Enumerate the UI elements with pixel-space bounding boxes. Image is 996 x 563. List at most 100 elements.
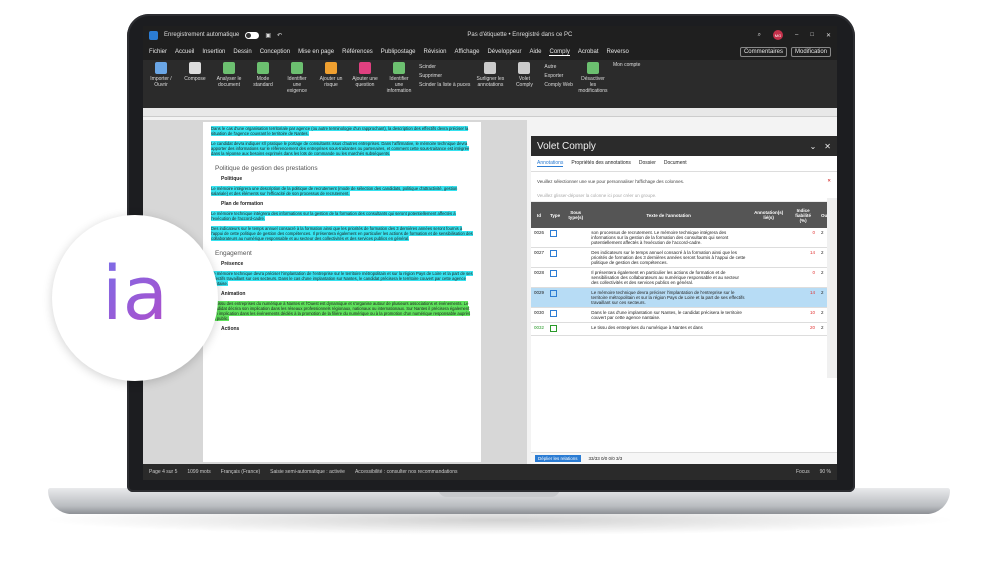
table-row[interactable]: 0026 son processus de recrutement. Le mém… xyxy=(531,228,837,248)
side-tabs[interactable] xyxy=(827,198,837,378)
word-logo-icon xyxy=(149,30,158,40)
comply-pane-button[interactable]: Volet Comply xyxy=(510,62,538,88)
menu-bar: Fichier Accueil Insertion Dessin Concept… xyxy=(143,44,837,60)
type-icon xyxy=(550,325,558,332)
requirement-button[interactable]: Identifier une exigence xyxy=(283,62,311,94)
autosave-toggle[interactable] xyxy=(245,31,260,39)
delete-button[interactable]: Supprimer xyxy=(419,73,470,79)
avatar[interactable]: MG xyxy=(773,30,783,40)
type-icon xyxy=(550,230,558,237)
tab-properties[interactable]: Propriétés des annotations xyxy=(571,160,630,167)
maximize-icon[interactable]: □ xyxy=(810,32,814,38)
comply-pane: Volet Comply ⌄ ✕ Annotations Propriétés d… xyxy=(531,136,837,464)
modification-button[interactable]: Modification xyxy=(790,47,831,57)
type-icon xyxy=(550,250,558,257)
close-notice-icon[interactable]: ✕ xyxy=(827,178,831,184)
word-count[interactable]: 1099 mots xyxy=(187,469,210,475)
menu-item[interactable]: Reverso xyxy=(607,49,629,55)
highlight-annotations-button[interactable]: Surligner les annotations xyxy=(476,62,504,88)
menu-item[interactable]: Dessin xyxy=(233,49,251,55)
group-hint[interactable]: Veuillez glisser-déposer la colonne ici … xyxy=(531,190,837,202)
ia-logo-badge: ia xyxy=(52,215,218,381)
menu-item[interactable]: Références xyxy=(342,49,373,55)
disable-changes-button[interactable]: Désactiver les modifications xyxy=(578,62,608,94)
document-title[interactable]: Pas d'étiquette • Enregistré dans ce PC xyxy=(467,32,572,38)
pane-footer: Déplier les relations 33/33 0/0 0/0 3/3 xyxy=(531,452,837,464)
analyze-icon xyxy=(223,62,235,74)
menu-item[interactable]: Fichier xyxy=(149,49,167,55)
column-header[interactable]: Indice fiabilité (%) xyxy=(788,202,818,228)
column-header[interactable]: Sous type(s) xyxy=(563,202,589,228)
close-pane-icon[interactable]: ✕ xyxy=(824,142,831,151)
chevron-down-icon[interactable]: ⌄ xyxy=(810,142,817,151)
search-icon[interactable]: ⌕ xyxy=(758,32,761,39)
table-row[interactable]: 0032 Le tissu des entreprises du numériqu… xyxy=(531,322,837,336)
page-count[interactable]: Page 4 sur 5 xyxy=(149,469,177,475)
import-button[interactable]: Importer / Ouvrir xyxy=(147,62,175,88)
ruler xyxy=(143,108,837,117)
menu-item[interactable]: Conception xyxy=(260,49,290,55)
ribbon: Importer / Ouvrir Compose Analyser le do… xyxy=(143,60,837,108)
column-header[interactable]: Type xyxy=(547,202,564,228)
language[interactable]: Français (France) xyxy=(221,469,260,475)
save-icon[interactable]: ▣ xyxy=(265,32,271,39)
menu-item[interactable]: Révision xyxy=(424,49,447,55)
paragraph: Le mémoire intégrera une description de … xyxy=(211,186,458,196)
comply-web-button[interactable]: Comply Web xyxy=(544,82,573,88)
account-button[interactable]: Mon compte xyxy=(613,62,641,68)
export-button[interactable]: Exporter xyxy=(544,73,573,79)
table-header: Id Type Sous type(s) Texte de l'annotati… xyxy=(531,202,837,228)
column-header[interactable]: Annotation(s) lié(s) xyxy=(749,202,789,228)
zoom-level[interactable]: 90 % xyxy=(820,469,831,475)
accessibility-status[interactable]: Accessibilité : consulter nos recommanda… xyxy=(355,469,458,475)
menu-item[interactable]: Mise en page xyxy=(298,49,334,55)
menu-item[interactable]: Développeur xyxy=(487,49,521,55)
autocomplete-status[interactable]: Saisie semi-automatique : activée xyxy=(270,469,345,475)
menu-item-comply[interactable]: Comply xyxy=(549,49,570,56)
annotations-table: Id Type Sous type(s) Texte de l'annotati… xyxy=(531,202,837,336)
focus-button[interactable]: Focus xyxy=(796,469,810,475)
column-header[interactable]: Texte de l'annotation xyxy=(588,202,750,228)
risk-button[interactable]: Ajouter un risque xyxy=(317,62,345,88)
information-button[interactable]: Identifier une information xyxy=(385,62,413,94)
tab-document[interactable]: Document xyxy=(664,160,687,167)
question-button[interactable]: Ajouter une question xyxy=(351,62,379,88)
other-button[interactable]: Autre xyxy=(544,64,573,70)
cell-text: son processus de recrutement. Le mémoire… xyxy=(588,228,750,248)
minimize-icon[interactable]: – xyxy=(795,32,798,38)
comments-button[interactable]: Commentaires xyxy=(739,47,787,57)
table-row[interactable]: 0030 Dans le cas d'une implantation sur N… xyxy=(531,307,837,323)
column-header[interactable]: Id xyxy=(531,202,548,228)
compose-button[interactable]: Compose xyxy=(181,62,209,82)
menu-item[interactable]: Publipostage xyxy=(381,49,416,55)
cell-id: 0027 xyxy=(531,247,548,268)
menu-item[interactable]: Insertion xyxy=(202,49,225,55)
menu-item[interactable]: Affichage xyxy=(455,49,480,55)
type-icon xyxy=(550,310,558,317)
split-bullets-button[interactable]: Scinder la liste à puces xyxy=(419,82,470,88)
paragraph: Le candidat devra indiquer s'il pratique… xyxy=(211,141,470,156)
cell-id: 0029 xyxy=(531,287,548,308)
tab-annotations[interactable]: Annotations xyxy=(537,160,564,167)
import-icon xyxy=(155,62,167,74)
cell-score: 10 xyxy=(788,307,818,323)
cell-id: 0028 xyxy=(531,267,548,288)
split-button[interactable]: Scinder xyxy=(419,64,470,70)
menu-item[interactable]: Acrobat xyxy=(578,49,599,55)
tab-dossier[interactable]: Dossier xyxy=(639,160,656,167)
type-icon xyxy=(550,270,558,277)
table-row[interactable]: 0028 Il présentera également en particuli… xyxy=(531,267,837,288)
table-row[interactable]: 0027 Des indicateurs sur le temps annuel … xyxy=(531,247,837,268)
expand-relations-button[interactable]: Déplier les relations xyxy=(535,455,581,462)
table-row-selected[interactable]: 0029 Le mémoire technique devra préciser … xyxy=(531,287,837,308)
mode-button[interactable]: Mode standard xyxy=(249,62,277,88)
mode-icon xyxy=(257,62,269,74)
export-list: Autre Exporter Comply Web xyxy=(544,64,573,88)
close-icon[interactable]: ✕ xyxy=(826,32,831,39)
analyze-button[interactable]: Analyser le document xyxy=(215,62,243,88)
menu-item[interactable]: Accueil xyxy=(175,49,194,55)
status-bar: Page 4 sur 5 1099 mots Français (France)… xyxy=(143,464,837,480)
document-page[interactable]: Dans le cas d'une organisation territori… xyxy=(203,122,481,462)
undo-icon[interactable]: ↶ xyxy=(277,32,282,39)
menu-item[interactable]: Aide xyxy=(529,49,541,55)
